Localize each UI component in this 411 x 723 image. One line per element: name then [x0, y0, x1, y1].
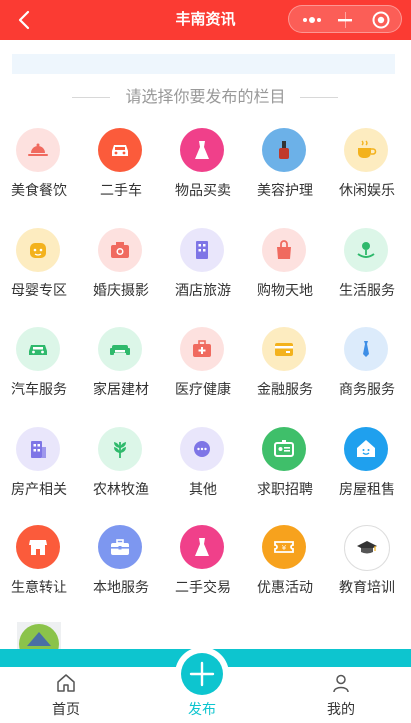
category-item[interactable]: 本地服务 [81, 525, 161, 615]
category-item[interactable]: 其他 [163, 427, 243, 517]
toolbox-icon [98, 525, 142, 569]
category-label: 教育培训 [339, 580, 395, 596]
category-item[interactable]: 母婴专区 [0, 228, 79, 318]
category-item[interactable]: 二手交易 [163, 525, 243, 615]
tab-publish-label: 发布 [188, 702, 216, 718]
chat-dots-icon [180, 427, 224, 471]
dress-icon [180, 525, 224, 569]
camera-icon [98, 228, 142, 272]
category-label: 家居建材 [93, 382, 149, 398]
heading-line-right [300, 97, 338, 98]
category-item[interactable]: 医疗健康 [163, 327, 243, 417]
house-smile-icon [344, 427, 388, 471]
category-label: 商务服务 [339, 382, 395, 398]
category-label: 其他 [189, 482, 217, 498]
category-item[interactable]: 生活服务 [327, 228, 407, 318]
category-label: 求职招聘 [257, 482, 313, 498]
car-service-icon [16, 327, 60, 371]
dress-icon [180, 128, 224, 172]
medical-kit-icon [180, 327, 224, 371]
category-item[interactable]: 汽车服务 [0, 327, 79, 417]
category-label: 优惠活动 [257, 580, 313, 596]
category-label: 农林牧渔 [93, 482, 149, 498]
notice-banner [12, 54, 395, 74]
partial-house-icon [17, 622, 61, 652]
minimize-icon[interactable] [337, 12, 353, 28]
shop-icon [16, 525, 60, 569]
category-label: 汽车服务 [11, 382, 67, 398]
category-label: 生活服务 [339, 283, 395, 299]
category-item[interactable]: 房屋租售 [327, 427, 407, 517]
category-label: 房产相关 [11, 482, 67, 498]
category-label: 医疗健康 [175, 382, 231, 398]
car-icon [98, 128, 142, 172]
user-icon [333, 674, 349, 693]
graduation-cap-icon [344, 525, 390, 571]
hotel-icon [180, 228, 224, 272]
more-options-icon[interactable] [301, 13, 323, 27]
category-item[interactable]: 二手车 [81, 128, 161, 218]
category-item[interactable]: 生意转让 [0, 525, 79, 615]
category-label: 二手交易 [175, 580, 231, 596]
category-item[interactable]: 金融服务 [245, 327, 325, 417]
category-item[interactable]: 教育培训 [327, 525, 407, 615]
plant-hand-icon [344, 228, 388, 272]
category-label: 购物天地 [257, 283, 313, 299]
leaf-icon [98, 427, 142, 471]
category-label: 金融服务 [257, 382, 313, 398]
tab-publish[interactable]: 发布 [152, 667, 252, 723]
category-label: 美食餐饮 [11, 183, 67, 199]
category-item[interactable]: 酒店旅游 [163, 228, 243, 318]
category-item[interactable]: 家居建材 [81, 327, 161, 417]
tab-mine-label: 我的 [327, 702, 355, 718]
category-item[interactable]: 商务服务 [327, 327, 407, 417]
category-label: 生意转让 [11, 580, 67, 596]
close-target-icon[interactable] [371, 10, 391, 30]
category-item[interactable]: 房产相关 [0, 427, 79, 517]
home-icon [57, 674, 75, 692]
tab-mine[interactable]: 我的 [291, 667, 391, 723]
id-card-icon [262, 427, 306, 471]
category-item[interactable]: 求职招聘 [245, 427, 325, 517]
top-navigation-bar: 丰南资讯 [0, 0, 411, 40]
bottom-tab-bar: 首页 发布 我的 [0, 647, 411, 723]
building-icon [16, 427, 60, 471]
category-label: 物品买卖 [175, 183, 231, 199]
section-heading-text: 请选择你要发布的栏目 [125, 87, 286, 106]
category-item[interactable]: 婚庆摄影 [81, 228, 161, 318]
tie-icon [344, 327, 388, 371]
section-heading: 请选择你要发布的栏目 [0, 86, 411, 108]
category-item[interactable]: 物品买卖 [163, 128, 243, 218]
shopping-bag-icon [262, 228, 306, 272]
category-item[interactable]: 农林牧渔 [81, 427, 161, 517]
baby-icon [16, 228, 60, 272]
nail-polish-icon [262, 128, 306, 172]
food-cloche-icon [16, 128, 60, 172]
category-label: 休闲娱乐 [339, 183, 395, 199]
category-label: 房屋租售 [339, 482, 395, 498]
heading-line-left [72, 97, 110, 98]
sofa-icon [98, 327, 142, 371]
credit-card-icon [262, 327, 306, 371]
category-label: 酒店旅游 [175, 283, 231, 299]
category-item[interactable]: 休闲娱乐 [327, 128, 407, 218]
category-label: 二手车 [100, 183, 142, 199]
category-label: 美容护理 [257, 183, 313, 199]
category-label: 母婴专区 [11, 283, 67, 299]
category-item[interactable]: ¥ 优惠活动 [245, 525, 325, 615]
tab-home[interactable]: 首页 [16, 667, 116, 723]
mini-program-capsule [288, 5, 402, 33]
category-item[interactable]: 美食餐饮 [0, 128, 79, 218]
category-item[interactable]: 购物天地 [245, 228, 325, 318]
coupon-icon: ¥ [262, 525, 306, 569]
category-label: 婚庆摄影 [93, 283, 149, 299]
tea-cup-icon [344, 128, 388, 172]
tab-home-label: 首页 [52, 702, 80, 718]
category-item[interactable]: 美容护理 [245, 128, 325, 218]
svg-text:¥: ¥ [282, 544, 287, 552]
category-label: 本地服务 [93, 580, 149, 596]
